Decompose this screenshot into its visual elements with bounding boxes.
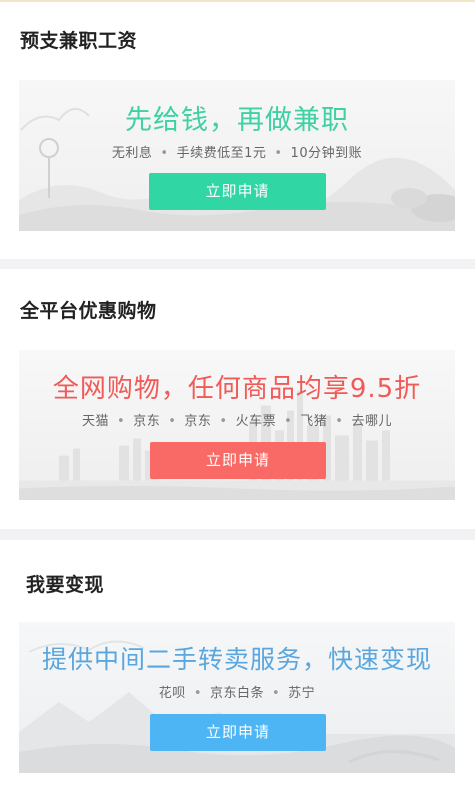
section-title: 预支兼职工资 bbox=[20, 30, 138, 52]
separator-dot: • bbox=[117, 414, 126, 429]
separator-dot: • bbox=[274, 146, 283, 161]
feature-list: 天猫 • 京东 • 京东 • 火车票 • 飞猪 • 去哪儿 bbox=[19, 410, 455, 429]
banner-headline: 全网购物，任何商品均享9.5折 bbox=[52, 374, 422, 404]
feature-item: 京东 bbox=[184, 414, 212, 429]
feature-item: 京东 bbox=[133, 414, 161, 429]
separator-dot: • bbox=[272, 686, 281, 701]
separator-dot: • bbox=[335, 414, 344, 429]
feature-item: 无利息 bbox=[111, 146, 153, 161]
banner-headline: 先给钱，再做兼职 bbox=[125, 105, 349, 136]
separator-dot: • bbox=[219, 414, 228, 429]
separator-dot: • bbox=[160, 146, 169, 161]
feature-list: 无利息 • 手续费低至1元 • 10分钟到账 bbox=[19, 142, 455, 161]
section-cash-out: 我要变现 提供中间二手转卖服务，快速变现 花呗 • 京东白条 • 苏宁 立即申请 bbox=[0, 540, 475, 802]
feature-item: 天猫 bbox=[82, 414, 110, 429]
section-discount-shopping: 全平台优惠购物 全网购物，任何商品均享9.5折 天猫 • 京东 • 京东 • 火… bbox=[0, 269, 475, 529]
feature-item: 京东白条 bbox=[209, 686, 264, 701]
section-title: 我要变现 bbox=[26, 574, 105, 596]
feature-item: 苏宁 bbox=[288, 686, 316, 701]
feature-item: 手续费低至1元 bbox=[176, 146, 267, 161]
feature-item: 火车票 bbox=[235, 414, 277, 429]
feature-list: 花呗 • 京东白条 • 苏宁 bbox=[19, 682, 455, 701]
apply-button[interactable]: 立即申请 bbox=[149, 173, 326, 210]
feature-item: 去哪儿 bbox=[351, 414, 392, 429]
banner-salary-advance[interactable]: 先给钱，再做兼职 无利息 • 手续费低至1元 • 10分钟到账 立即申请 bbox=[19, 80, 455, 231]
separator-dot: • bbox=[168, 414, 177, 429]
banner-cash-out[interactable]: 提供中间二手转卖服务，快速变现 花呗 • 京东白条 • 苏宁 立即申请 bbox=[19, 622, 455, 773]
section-title: 全平台优惠购物 bbox=[20, 300, 157, 322]
feature-item: 花呗 bbox=[158, 686, 186, 701]
separator-dot: • bbox=[284, 414, 293, 429]
separator-dot: • bbox=[193, 686, 202, 701]
feature-item: 10分钟到账 bbox=[290, 146, 363, 161]
banner-headline: 提供中间二手转卖服务，快速变现 bbox=[41, 645, 432, 674]
feature-item: 飞猪 bbox=[300, 414, 328, 429]
apply-button[interactable]: 立即申请 bbox=[150, 442, 326, 479]
banner-discount-shopping[interactable]: 全网购物，任何商品均享9.5折 天猫 • 京东 • 京东 • 火车票 • 飞猪 • 去哪儿 立即申请 bbox=[19, 350, 455, 500]
apply-button[interactable]: 立即申请 bbox=[150, 714, 326, 751]
section-salary-advance: 预支兼职工资 先给钱，再做兼职 无利息 • 手续费低至1元 • 10分钟到账 立即申请 bbox=[0, 2, 475, 259]
